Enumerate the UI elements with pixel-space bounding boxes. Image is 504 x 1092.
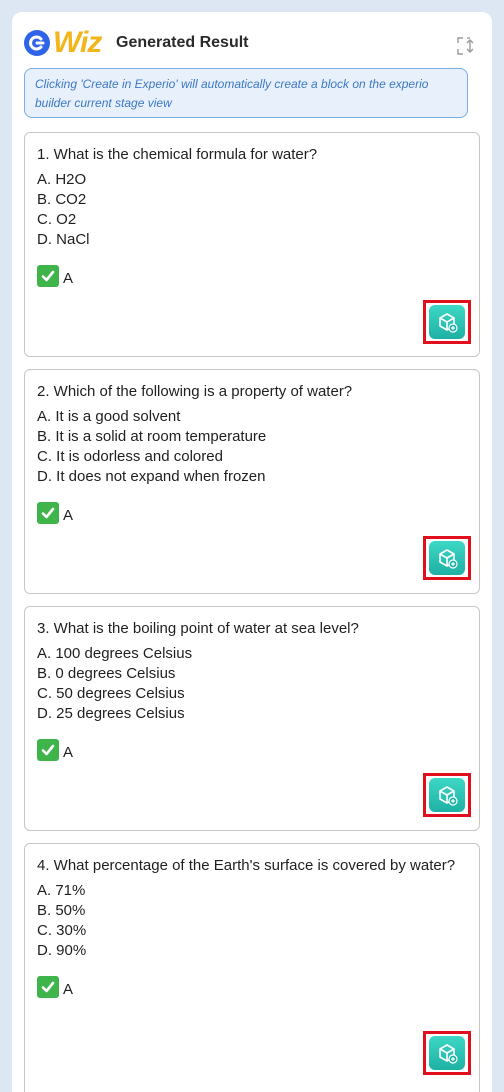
question-card-1: 1. What is the chemical formula for wate… bbox=[24, 132, 480, 357]
expand-icon[interactable] bbox=[456, 36, 476, 56]
page-title: Generated Result bbox=[116, 34, 249, 51]
cube-add-icon bbox=[429, 541, 465, 575]
answer-row: A bbox=[37, 974, 467, 998]
answer-row: A bbox=[37, 500, 467, 524]
checkmark-icon bbox=[37, 265, 59, 287]
checkmark-icon bbox=[37, 502, 59, 524]
panel-header: Wiz Generated Result bbox=[24, 22, 480, 66]
checkmark-icon bbox=[37, 739, 59, 761]
cube-add-icon bbox=[429, 305, 465, 339]
option-a: A. 100 degrees Celsius bbox=[37, 645, 193, 662]
option-b: B. 50% bbox=[37, 902, 86, 919]
option-d: D. 90% bbox=[37, 942, 87, 959]
cube-add-icon bbox=[429, 1036, 465, 1070]
option-d: D. It does not expand when frozen bbox=[37, 468, 266, 485]
create-in-experio-button[interactable] bbox=[423, 536, 471, 580]
option-d: D. NaCl bbox=[37, 231, 90, 248]
logo-mark-icon bbox=[24, 30, 50, 56]
create-in-experio-button[interactable] bbox=[423, 1031, 471, 1075]
create-in-experio-button[interactable] bbox=[423, 300, 471, 344]
option-b: B. CO2 bbox=[37, 191, 87, 208]
option-b: B. 0 degrees Celsius bbox=[37, 665, 176, 682]
option-a: A. 71% bbox=[37, 882, 86, 899]
checkmark-icon bbox=[37, 976, 59, 998]
option-c: C. O2 bbox=[37, 211, 77, 228]
option-a: A. H2O bbox=[37, 171, 87, 188]
question-text: 4. What percentage of the Earth's surfac… bbox=[37, 857, 456, 874]
logo-word: Wiz bbox=[53, 26, 102, 59]
option-d: D. 25 degrees Celsius bbox=[37, 705, 185, 722]
info-notice: Clicking 'Create in Experio' will automa… bbox=[24, 68, 468, 118]
generated-result-panel: Wiz Generated Result Clicking 'Create in… bbox=[12, 12, 492, 1092]
question-text: 2. Which of the following is a property … bbox=[37, 383, 353, 400]
correct-answer: A bbox=[63, 507, 74, 524]
answer-row: A bbox=[37, 263, 467, 287]
correct-answer: A bbox=[63, 981, 74, 998]
question-text: 3. What is the boiling point of water at… bbox=[37, 620, 359, 637]
correct-answer: A bbox=[63, 744, 74, 761]
question-text: 1. What is the chemical formula for wate… bbox=[37, 146, 318, 163]
create-in-experio-button[interactable] bbox=[423, 773, 471, 817]
question-card-2: 2. Which of the following is a property … bbox=[24, 369, 480, 594]
question-card-4: 4. What percentage of the Earth's surfac… bbox=[24, 843, 480, 1092]
wiz-logo: Wiz bbox=[24, 26, 102, 60]
option-c: C. 30% bbox=[37, 922, 87, 939]
question-card-3: 3. What is the boiling point of water at… bbox=[24, 606, 480, 831]
correct-answer: A bbox=[63, 270, 74, 287]
option-c: C. 50 degrees Celsius bbox=[37, 685, 185, 702]
option-a: A. It is a good solvent bbox=[37, 408, 181, 425]
answer-row: A bbox=[37, 737, 467, 761]
cube-add-icon bbox=[429, 778, 465, 812]
option-b: B. It is a solid at room temperature bbox=[37, 428, 267, 445]
option-c: C. It is odorless and colored bbox=[37, 448, 223, 465]
